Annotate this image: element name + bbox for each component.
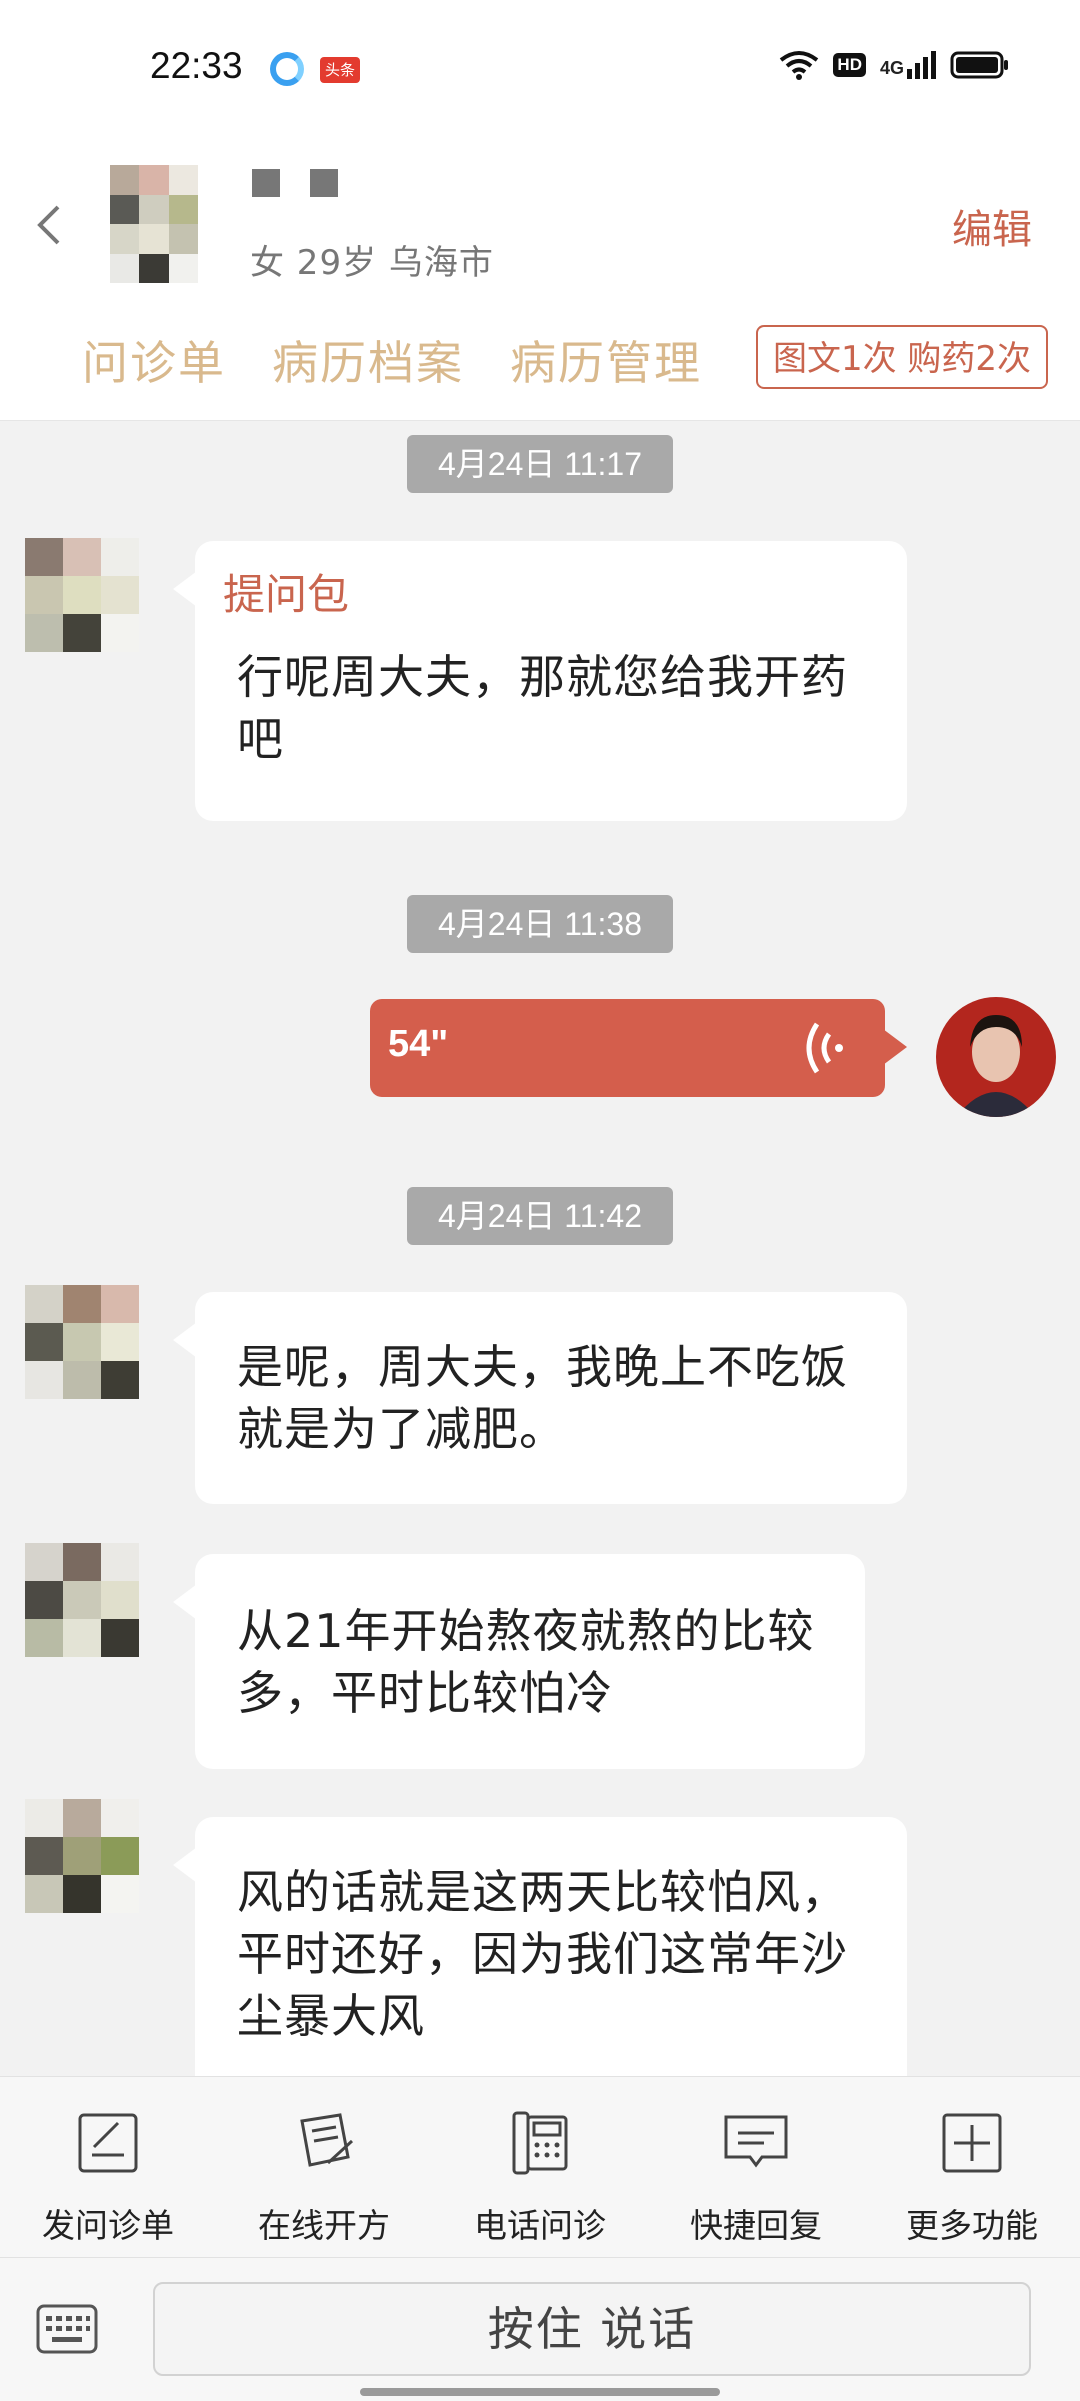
network-type: 4G <box>879 58 904 78</box>
message-bubble[interactable]: 提问包 行呢周大夫，那就您给我开药吧 <box>173 541 907 821</box>
prescription-icon <box>300 2113 354 2167</box>
patient-chat-avatar[interactable] <box>25 1799 139 1913</box>
status-bar: 22:33 头条 HD 4G <box>0 0 1080 145</box>
form-edit-icon <box>78 2113 138 2173</box>
wifi-icon <box>780 51 819 80</box>
message-text: 从21年开始熬夜就熬的比较多，平时比较怕冷 <box>237 1604 815 1720</box>
voice-wave-icon <box>806 1022 843 1074</box>
patient-info: 女 29岁 乌海市 <box>250 243 494 283</box>
app-notification-icon <box>270 52 304 86</box>
voice-duration: 54" <box>388 1023 449 1065</box>
chat-area[interactable]: 4月24日 11:17 提问包 行呢周大夫，那就您给我开药吧 4月24日 11:… <box>0 421 1080 2076</box>
message-text: 风的话就是这两天比较怕风，平时还好，因为我们这常年沙尘暴大风 <box>237 1865 848 2043</box>
timestamp: 4月24日 11:42 <box>407 1187 673 1245</box>
phone-icon <box>512 2111 568 2175</box>
message-bubble[interactable]: 是呢，周大夫，我晚上不吃饭就是为了减肥。 <box>173 1292 907 1504</box>
tab-record-management[interactable]: 病历管理 <box>510 327 702 393</box>
tool-label: 在线开方 <box>258 2206 390 2245</box>
battery-icon <box>950 51 1008 79</box>
message-bubble[interactable]: 风的话就是这两天比较怕风，平时还好，因为我们这常年沙尘暴大风 <box>173 1817 907 2076</box>
doctor-avatar[interactable] <box>936 997 1056 1117</box>
hd-icon: HD <box>833 53 866 77</box>
home-indicator[interactable] <box>360 2388 720 2396</box>
timestamp: 4月24日 11:17 <box>407 435 673 493</box>
more-functions-button[interactable]: 更多功能 <box>864 2077 1080 2257</box>
message-text: 是呢，周大夫，我晚上不吃饭就是为了减肥。 <box>237 1340 848 1456</box>
patient-name-masked <box>252 169 338 197</box>
patient-chat-avatar[interactable] <box>25 538 139 652</box>
tab-medical-archive[interactable]: 病历档案 <box>272 327 464 393</box>
message-bubble[interactable]: 从21年开始熬夜就熬的比较多，平时比较怕冷 <box>173 1554 865 1769</box>
back-icon[interactable] <box>30 195 70 255</box>
plus-box-icon <box>942 2113 1002 2173</box>
hold-to-talk-button[interactable]: 按住 说话 <box>153 2282 1031 2376</box>
patient-header: 女 29岁 乌海市 编辑 问诊单 病历档案 病历管理 图文1次 购药2次 <box>0 145 1080 421</box>
4g-signal-icon: 4G <box>880 51 936 79</box>
tool-label: 更多功能 <box>906 2206 1038 2245</box>
edit-button[interactable]: 编辑 <box>952 197 1032 255</box>
tool-label: 发问诊单 <box>42 2206 174 2245</box>
voice-message[interactable]: 54" <box>370 999 907 1097</box>
send-consult-form-button[interactable]: 发问诊单 <box>0 2077 216 2257</box>
input-bar: 按住 说话 <box>0 2257 1080 2401</box>
status-indicators: HD 4G <box>779 50 1010 80</box>
action-toolbar: 发问诊单 在线开方 电话问诊 快捷回复 更多功能 <box>0 2076 1080 2257</box>
keyboard-icon[interactable] <box>36 2304 98 2354</box>
tool-label: 快捷回复 <box>690 2206 822 2245</box>
toutiao-icon: 头条 <box>320 57 360 83</box>
timestamp: 4月24日 11:38 <box>407 895 673 953</box>
message-text: 行呢周大夫，那就您给我开药吧 <box>237 650 848 766</box>
phone-consult-button[interactable]: 电话问诊 <box>432 2077 648 2257</box>
quick-reply-icon <box>724 2115 788 2168</box>
status-time: 22:33 <box>150 45 243 86</box>
tool-label: 电话问诊 <box>474 2206 606 2245</box>
record-tabs: 问诊单 病历档案 病历管理 <box>82 327 702 393</box>
patient-chat-avatar[interactable] <box>25 1285 139 1399</box>
question-pack-label: 提问包 <box>223 570 350 619</box>
online-prescription-button[interactable]: 在线开方 <box>216 2077 432 2257</box>
quick-reply-button[interactable]: 快捷回复 <box>648 2077 864 2257</box>
patient-chat-avatar[interactable] <box>25 1543 139 1657</box>
patient-avatar[interactable] <box>110 165 198 283</box>
consult-count-badge[interactable]: 图文1次 购药2次 <box>756 325 1048 389</box>
tab-consult-form[interactable]: 问诊单 <box>82 327 226 393</box>
